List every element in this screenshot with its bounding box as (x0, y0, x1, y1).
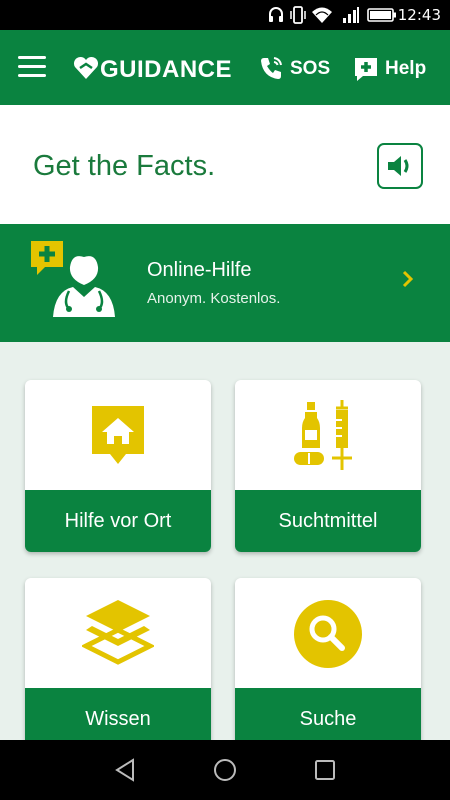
headphones-icon (269, 7, 283, 22)
home-marker-icon (92, 406, 144, 464)
online-help-banner[interactable]: Online-Hilfe Anonym. Kostenlos. (0, 224, 450, 342)
facts-title: Get the Facts. (33, 150, 216, 182)
doctor-chat-icon (31, 241, 115, 317)
card-suche[interactable]: Suche (235, 578, 421, 750)
home-icon[interactable] (213, 758, 237, 782)
clock: 12:43 (397, 6, 441, 24)
app-bar: GUIDANCE SOS Help (0, 30, 450, 105)
search-icon (294, 600, 362, 668)
online-help-subtitle: Anonym. Kostenlos. (147, 290, 281, 307)
speaker-icon (388, 156, 409, 176)
card-wissen[interactable]: Wissen (25, 578, 211, 750)
layers-icon (82, 600, 154, 665)
chevron-right-icon (402, 270, 414, 288)
facts-section: Get the Facts. (0, 105, 450, 224)
heart-hand-logo-icon (73, 56, 99, 79)
online-help-title: Online-Hilfe (147, 259, 252, 281)
recents-icon[interactable] (314, 758, 336, 782)
vibrate-icon (290, 6, 306, 24)
app-brand-title: GUIDANCE (100, 56, 233, 83)
wifi-icon (312, 7, 332, 23)
phone-icon[interactable] (258, 54, 284, 82)
status-bar: 12:43 (0, 0, 450, 30)
system-nav-bar (0, 740, 450, 800)
battery-icon (367, 8, 396, 22)
card-label: Suchtmittel (235, 490, 421, 552)
audio-button[interactable] (377, 143, 423, 189)
bottle-syringe-pill-icon (294, 400, 352, 470)
back-icon[interactable] (114, 758, 136, 782)
menu-button[interactable] (18, 56, 46, 78)
card-label: Hilfe vor Ort (25, 490, 211, 552)
help-button[interactable]: Help (385, 58, 426, 80)
card-suchtmittel[interactable]: Suchtmittel (235, 380, 421, 552)
card-hilfe-vor-ort[interactable]: Hilfe vor Ort (25, 380, 211, 552)
help-chat-icon[interactable] (353, 56, 379, 82)
signal-icon (343, 7, 359, 23)
sos-button[interactable]: SOS (290, 58, 330, 80)
